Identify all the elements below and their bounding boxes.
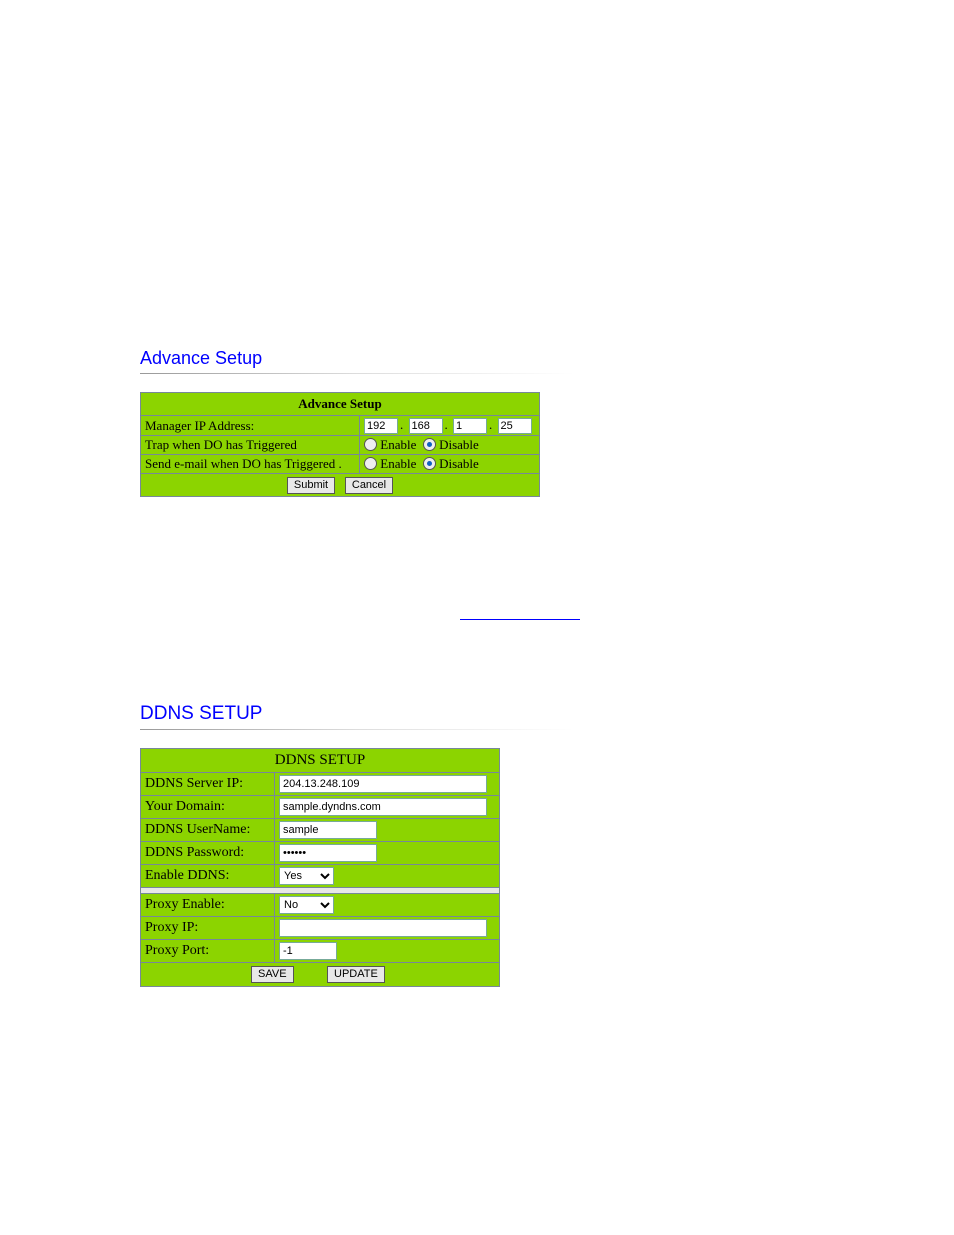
proxy-enable-select[interactable]: No [279,896,334,914]
top-blank-space [140,40,864,340]
email-label: Send e-mail when DO has Triggered . [141,455,360,474]
mid-blank-space [140,497,864,577]
proxy-enable-label: Proxy Enable: [141,893,275,916]
enable-text2: Enable [380,456,416,471]
ddns-pass-label: DDNS Password: [141,841,275,864]
trap-radio-group: Enable Disable [360,436,540,455]
ip-octet-2[interactable] [409,418,443,434]
ddns-enable-label: Enable DDNS: [141,864,275,887]
ip-octet-1[interactable] [364,418,398,434]
ddns-setup-heading: DDNS SETUP [140,703,864,725]
proxy-ip-input[interactable] [279,919,487,937]
advance-table-title: Advance Setup [141,393,540,416]
dyndns-link[interactable] [460,607,580,620]
ddns-user-label: DDNS UserName: [141,818,275,841]
disable-text: Disable [439,437,479,452]
manager-ip-cell: . . . [360,416,540,436]
trap-enable-radio[interactable] [364,438,377,451]
save-button[interactable]: SAVE [251,966,294,983]
ddns-enable-select[interactable]: Yes [279,867,334,885]
proxy-port-label: Proxy Port: [141,939,275,962]
proxy-port-input[interactable] [279,942,337,960]
submit-button[interactable]: Submit [287,477,335,494]
ip-octet-3[interactable] [453,418,487,434]
disable-text2: Disable [439,456,479,471]
ddns-server-ip-input[interactable] [279,775,487,793]
ddns-table: DDNS SETUP DDNS Server IP: Your Domain: … [140,748,500,987]
enable-text: Enable [380,437,416,452]
email-disable-radio[interactable] [423,457,436,470]
divider [140,373,864,374]
advance-setup-table: Advance Setup Manager IP Address: . . . … [140,392,540,497]
trap-disable-radio[interactable] [423,438,436,451]
ddns-domain-label: Your Domain: [141,795,275,818]
ddns-table-title: DDNS SETUP [141,748,500,772]
advance-setup-heading: Advance Setup [140,348,864,369]
divider2 [140,729,864,730]
trap-label: Trap when DO has Triggered [141,436,360,455]
update-button[interactable]: UPDATE [327,966,385,983]
ddns-pass-input[interactable] [279,844,377,862]
email-enable-radio[interactable] [364,457,377,470]
cancel-button[interactable]: Cancel [345,477,393,494]
ddns-domain-input[interactable] [279,798,487,816]
manager-ip-label: Manager IP Address: [141,416,360,436]
ip-octet-4[interactable] [498,418,532,434]
proxy-ip-label: Proxy IP: [141,916,275,939]
ddns-server-ip-label: DDNS Server IP: [141,772,275,795]
ddns-user-input[interactable] [279,821,377,839]
email-radio-group: Enable Disable [360,455,540,474]
